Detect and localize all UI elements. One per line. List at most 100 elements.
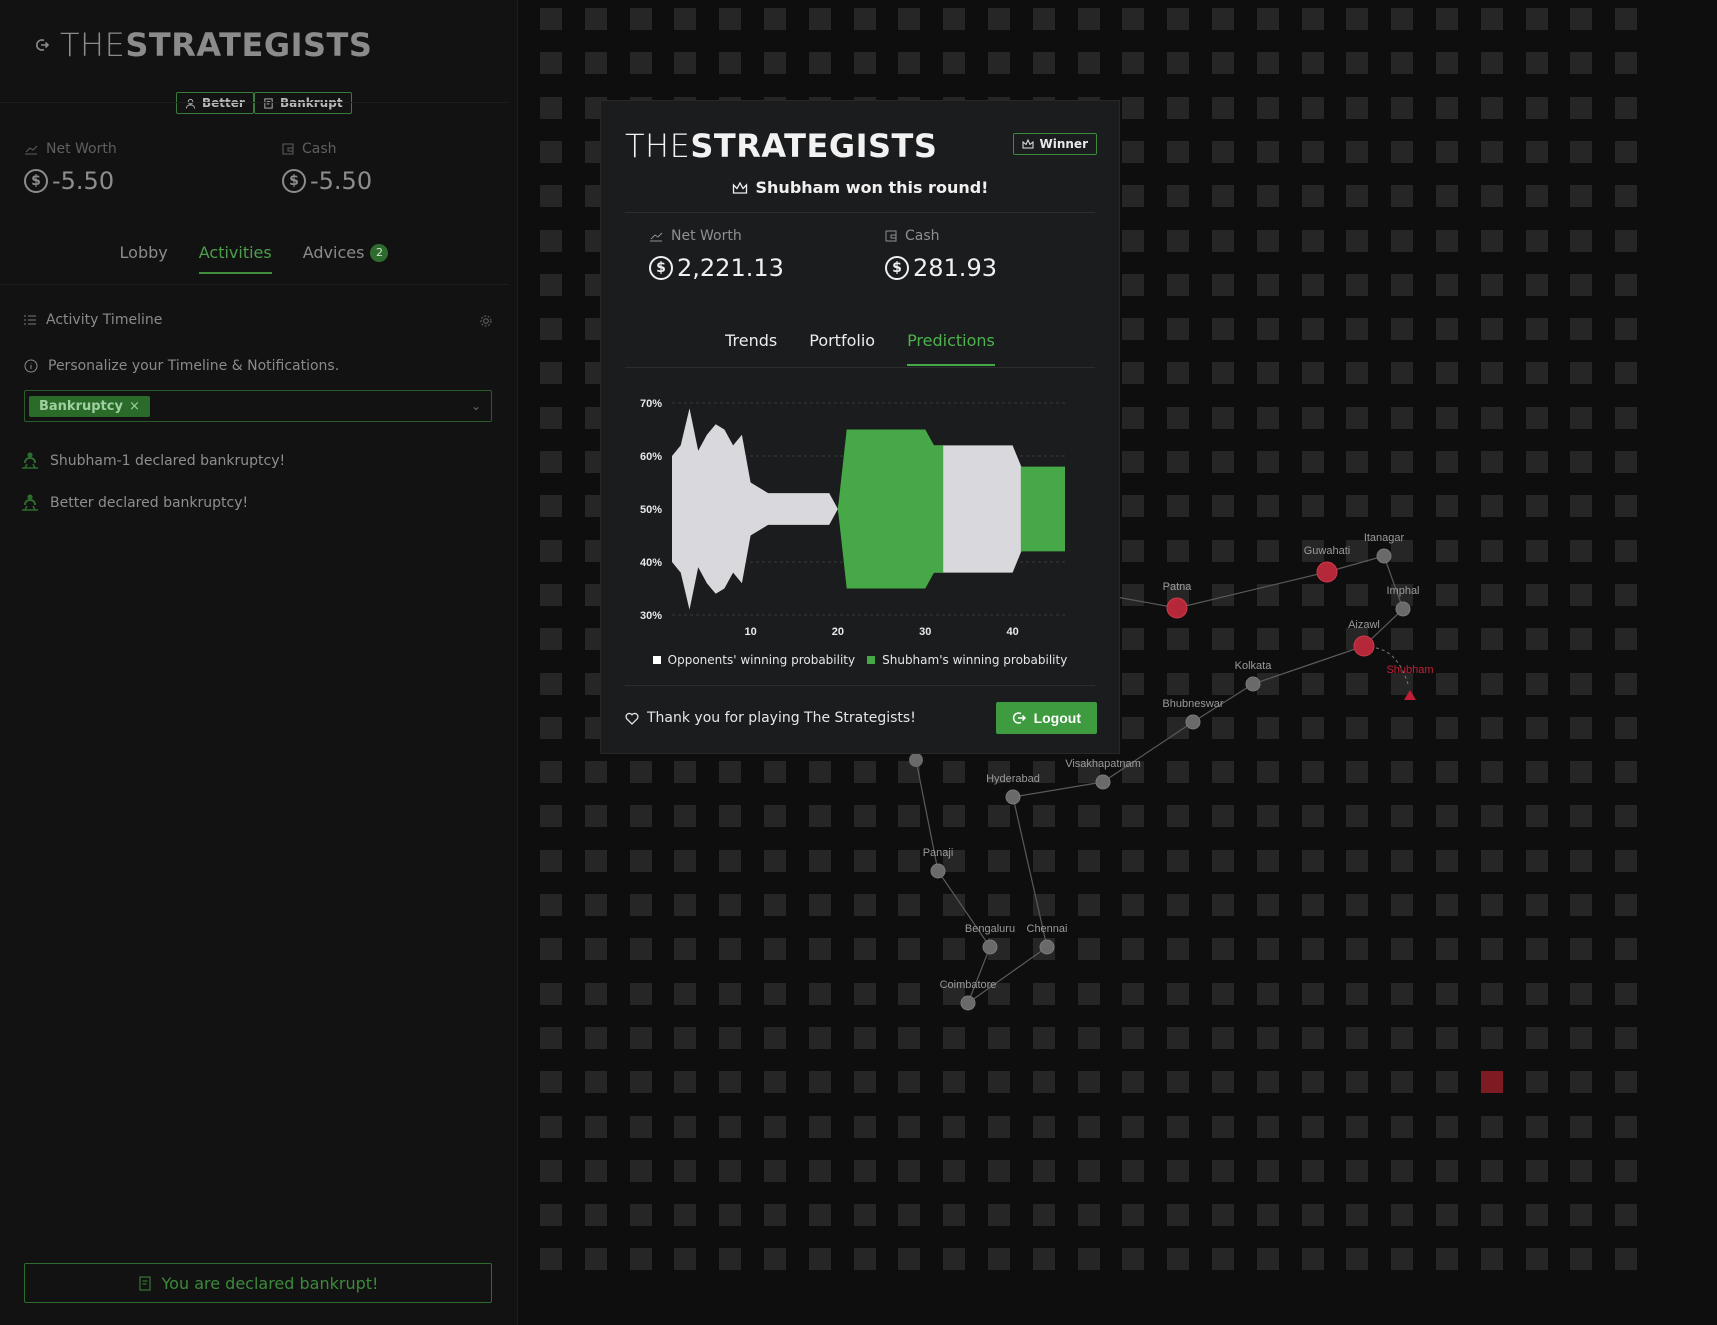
advices-count-badge: 2 (370, 243, 389, 262)
filter-chip-bankruptcy[interactable]: Bankruptcy × (29, 395, 150, 417)
city-label: Visakhapatnam (1065, 758, 1141, 770)
receipt-icon (139, 1276, 151, 1290)
wallet-icon (885, 230, 897, 242)
list-icon (24, 315, 36, 325)
winner-cash-stat: Cash $281.93 (885, 228, 997, 282)
info-icon (24, 359, 38, 373)
city-label: Bengaluru (965, 923, 1015, 935)
player-marker-label: Shubham (1386, 664, 1433, 676)
city-node[interactable]: Patna (1163, 581, 1193, 619)
modal-tabs: Trends Portfolio Predictions (601, 331, 1119, 366)
personalize-hint: Personalize your Timeline & Notification… (24, 358, 339, 374)
city-node[interactable]: Itanagar (1364, 532, 1405, 564)
dollar-icon: $ (885, 256, 909, 280)
tab-predictions[interactable]: Predictions (907, 331, 995, 366)
divider (0, 284, 508, 285)
city-label: Imphal (1386, 585, 1419, 597)
player-pill-label: Bankrupt (280, 96, 343, 110)
route-edge (937, 870, 991, 948)
x-tick-label: 40 (1006, 626, 1018, 638)
city-node (909, 753, 923, 767)
activity-timeline-header: Activity Timeline (24, 312, 162, 328)
legend-swatch (867, 656, 876, 664)
legend-swatch (652, 656, 661, 664)
round-result-modal: THESTRATEGISTS Winner Shubham won this r… (600, 100, 1120, 754)
sidebar: THESTRATEGISTS Better Bankrupt Net Worth… (0, 0, 518, 1325)
legend-item-opponents[interactable]: Opponents' winning probability (652, 653, 855, 667)
city-node[interactable]: Chennai (1027, 923, 1068, 955)
activity-text: Shubham-1 declared bankruptcy! (50, 453, 286, 469)
net-worth-label: Net Worth (46, 141, 117, 157)
net-worth-label: Net Worth (671, 228, 742, 244)
modal-brand-logo: THESTRATEGISTS (625, 127, 938, 165)
dollar-icon: $ (649, 256, 673, 280)
bankrupt-banner: You are declared bankrupt! (24, 1263, 492, 1303)
sidebar-brand: THESTRATEGISTS (34, 26, 372, 64)
winner-badge-label: Winner (1039, 137, 1089, 151)
city-node[interactable]: Bengaluru (965, 923, 1015, 955)
city-label: Itanagar (1364, 532, 1405, 544)
city-label: Patna (1163, 581, 1193, 593)
city-node[interactable]: Visakhapatnam (1065, 758, 1141, 790)
tab-portfolio[interactable]: Portfolio (809, 331, 875, 366)
x-tick-label: 10 (744, 626, 756, 638)
city-label: Kolkata (1235, 660, 1273, 672)
x-tick-label: 30 (919, 626, 931, 638)
chart-legend: Opponents' winning probability Shubham's… (601, 653, 1119, 667)
city-label: Coimbatore (940, 979, 997, 991)
city-label: Panaji (923, 847, 954, 859)
route-edge (1383, 555, 1404, 610)
y-tick-label: 50% (640, 504, 662, 516)
brand-logo: THESTRATEGISTS (60, 26, 373, 64)
logout-icon (1012, 712, 1026, 724)
tab-trends[interactable]: Trends (725, 331, 777, 366)
activity-timeline-title: Activity Timeline (46, 312, 163, 328)
winner-net-worth-stat: Net Worth $2,221.13 (649, 228, 784, 282)
trend-icon (25, 145, 38, 155)
route-edge (967, 946, 1048, 1004)
cash-value: 281.93 (913, 254, 997, 282)
player-marker[interactable]: Shubham (1375, 647, 1434, 700)
list-item: Shubham-1 declared bankruptcy! (20, 451, 285, 471)
winner-text: Shubham won this round! (755, 178, 989, 197)
y-tick-label: 60% (640, 451, 662, 463)
logout-button[interactable]: Logout (995, 702, 1097, 734)
dollar-icon: $ (24, 169, 48, 193)
heart-icon (625, 712, 639, 725)
bankrupt-person-icon (22, 452, 38, 469)
city-label: Hyderabad (986, 773, 1040, 785)
city-node[interactable]: Coimbatore (940, 979, 997, 1011)
tab-lobby[interactable]: Lobby (120, 243, 168, 274)
legend-item-shubham[interactable]: Shubham's winning probability (867, 653, 1067, 667)
tab-activities[interactable]: Activities (198, 243, 272, 274)
chevron-down-icon[interactable]: ⌄ (471, 399, 481, 413)
logout-label: Logout (1033, 710, 1081, 726)
activity-text: Better declared bankruptcy! (50, 495, 249, 511)
timeline-filter-select[interactable]: Bankruptcy × ⌄ (24, 390, 492, 422)
list-item: Better declared bankruptcy! (20, 493, 248, 513)
player-pill-bankrupt[interactable]: Bankrupt (254, 92, 352, 114)
city-node[interactable]: Imphal (1386, 585, 1420, 617)
city-node[interactable]: Bhubneswar (1162, 698, 1224, 730)
y-tick-label: 70% (640, 398, 662, 410)
city-node[interactable]: Panaji (923, 847, 954, 879)
city-label: Bhubneswar (1162, 698, 1223, 710)
settings-gear-icon[interactable] (479, 314, 493, 328)
leave-icon[interactable] (34, 37, 50, 53)
net-worth-value: 2,221.13 (677, 254, 784, 282)
city-node[interactable]: Hyderabad (986, 773, 1040, 805)
city-node[interactable]: Kolkata (1235, 660, 1273, 692)
net-worth-value: -5.50 (52, 167, 115, 195)
chip-remove-icon[interactable]: × (129, 399, 140, 414)
player-pill-better[interactable]: Better (176, 92, 254, 114)
cash-label: Cash (905, 228, 940, 244)
receipt-icon (264, 97, 273, 109)
thanks-text: Thank you for playing The Strategists! (647, 710, 916, 726)
divider (0, 102, 508, 103)
city-label: Chennai (1027, 923, 1068, 935)
cash-label: Cash (302, 141, 337, 157)
divider (625, 367, 1095, 368)
tab-advices[interactable]: Advices 2 (303, 243, 389, 274)
city-node[interactable]: Aizawl (1348, 619, 1380, 657)
bankrupt-person-icon (22, 494, 38, 511)
